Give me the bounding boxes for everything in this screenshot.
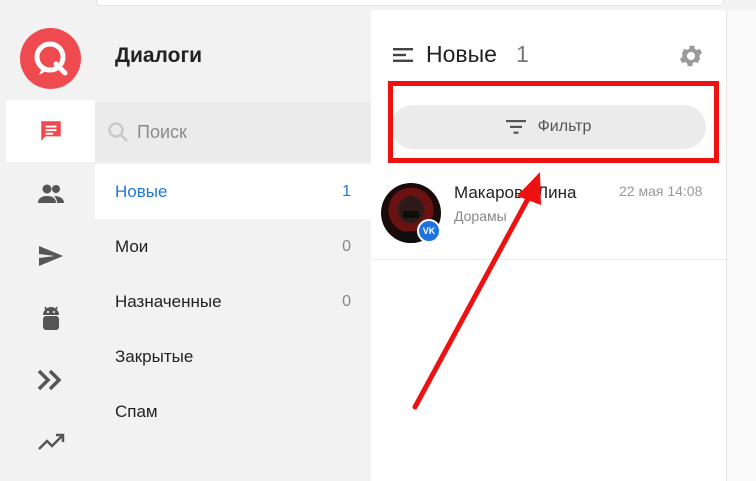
dialog-item[interactable]: VK Макарова Лина 22 мая 14:08 Дорамы	[371, 173, 726, 260]
rail-item-analytics[interactable]	[6, 411, 95, 473]
top-bar-edge	[96, 0, 724, 6]
chat-icon	[40, 121, 61, 141]
search-input[interactable]: Поиск	[137, 122, 187, 143]
right-panel-edge	[726, 10, 756, 481]
app-window: Диалоги Поиск Новые 1 Мои 0 Назначенные …	[0, 0, 756, 481]
dialog-name: Макарова Лина	[454, 183, 577, 202]
double-chevron-icon	[37, 369, 61, 391]
folder-assigned[interactable]: Назначенные 0	[95, 274, 371, 329]
icon-rail	[0, 10, 95, 481]
trending-icon	[37, 433, 64, 450]
top-strip	[0, 0, 756, 10]
folder-mine[interactable]: Мои 0	[95, 219, 371, 274]
rail-item-bots[interactable]	[6, 287, 95, 349]
gear-icon[interactable]	[677, 42, 705, 70]
folder-count: 0	[342, 292, 351, 310]
annotation-highlight-box	[388, 81, 719, 163]
folder-count: 1	[342, 182, 351, 200]
users-icon	[37, 184, 64, 203]
folder-count: 0	[342, 237, 351, 255]
send-icon	[38, 246, 63, 266]
dialog-preview: Дорамы	[454, 208, 507, 224]
logo-mark-icon	[34, 41, 68, 76]
rail-item-contacts[interactable]	[6, 163, 95, 225]
rail-item-integrations[interactable]	[6, 349, 95, 411]
folders-column: Диалоги Поиск Новые 1 Мои 0 Назначенные …	[95, 10, 371, 481]
folder-label: Мои	[115, 236, 149, 256]
folder-label: Спам	[115, 401, 158, 421]
rail-item-mailings[interactable]	[6, 225, 95, 287]
folder-closed[interactable]: Закрытые	[95, 329, 371, 384]
folder-new[interactable]: Новые 1	[95, 164, 371, 219]
android-icon	[42, 306, 59, 330]
folder-label: Назначенные	[115, 291, 222, 311]
rail-item-dialogs[interactable]	[6, 100, 95, 162]
folder-spam[interactable]: Спам	[95, 384, 371, 439]
folders-title: Диалоги	[115, 44, 203, 67]
search-icon	[108, 122, 128, 142]
panel-header: Новые 1	[371, 10, 726, 90]
app-logo[interactable]	[20, 28, 81, 89]
panel-title: Новые	[426, 41, 497, 67]
search-box[interactable]: Поиск	[95, 102, 371, 162]
folder-label: Закрытые	[115, 346, 194, 366]
panel-count: 1	[516, 41, 529, 67]
menu-icon[interactable]	[393, 47, 413, 63]
vk-badge-icon: VK	[417, 219, 441, 243]
dialog-time: 22 мая 14:08	[619, 183, 703, 199]
folder-label: Новые	[115, 181, 168, 201]
